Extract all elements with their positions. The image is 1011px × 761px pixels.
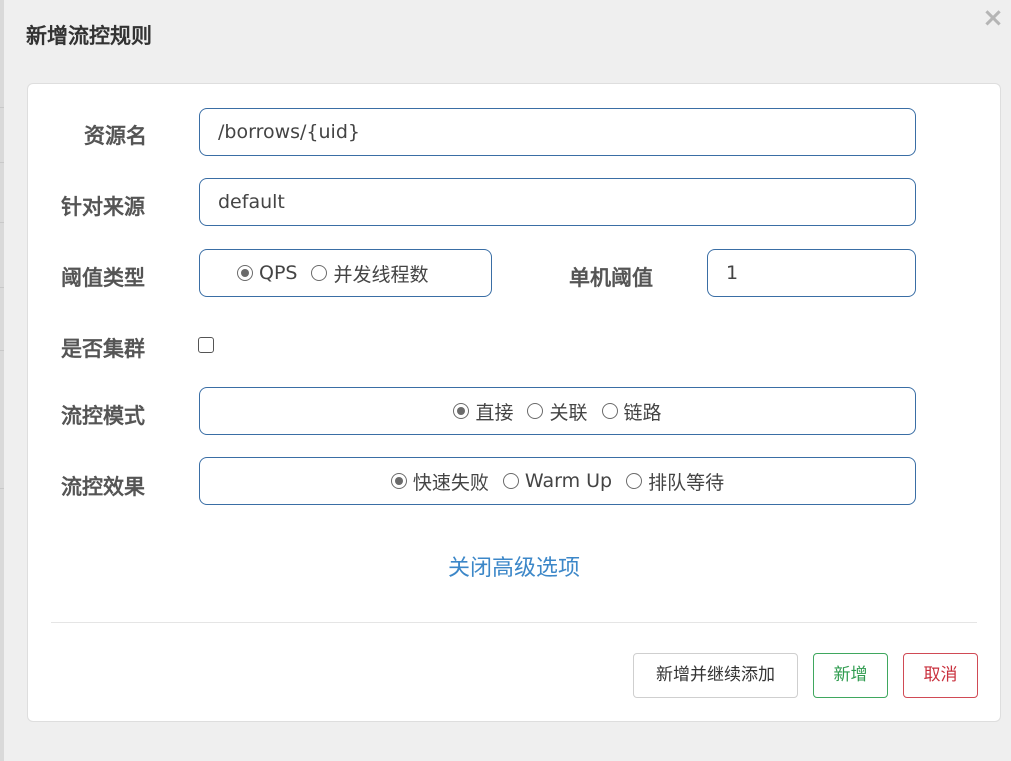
radio-label: 链路	[623, 401, 662, 424]
single-threshold-input[interactable]	[708, 250, 915, 296]
radio-unchecked-icon	[311, 265, 328, 281]
radio-checked-icon	[453, 403, 470, 419]
flow-mode-label: 流控模式	[61, 404, 145, 428]
resource-label: 资源名	[84, 124, 147, 148]
dialog-title: 新增流控规则	[26, 24, 152, 48]
radio-checked-icon	[390, 473, 407, 489]
single-threshold-field	[707, 249, 916, 297]
radio-label: 排队等待	[648, 471, 725, 494]
source-label: 针对来源	[61, 195, 145, 219]
flow-mode-chain-radio[interactable]: 链路	[601, 398, 662, 425]
radio-label: QPS	[259, 262, 298, 284]
radio-unchecked-icon	[601, 403, 618, 419]
flow-mode-direct-radio[interactable]: 直接	[453, 398, 513, 425]
flow-effect-queue-radio[interactable]: 排队等待	[626, 468, 724, 495]
add-and-continue-button[interactable]: 新增并继续添加	[633, 653, 798, 698]
threshold-type-group: QPS 并发线程数	[199, 249, 492, 297]
flow-mode-group: 直接 关联 链路	[199, 387, 916, 435]
radio-label: 直接	[475, 401, 514, 424]
radio-unchecked-icon	[527, 403, 544, 419]
advanced-options-toggle-link[interactable]: 关闭高级选项	[28, 550, 1000, 582]
footer-divider	[51, 622, 977, 623]
flow-effect-warm-up-radio[interactable]: Warm Up	[502, 470, 613, 492]
radio-label: 关联	[549, 401, 588, 424]
resource-field	[199, 108, 916, 156]
threshold-type-qps-radio[interactable]: QPS	[237, 262, 297, 284]
threshold-type-label: 阈值类型	[61, 266, 145, 290]
radio-label: 快速失败	[412, 471, 489, 494]
flow-effect-label: 流控效果	[61, 475, 145, 499]
flow-effect-fail-fast-radio[interactable]: 快速失败	[390, 468, 489, 495]
source-field	[199, 178, 916, 226]
resource-input[interactable]	[200, 109, 915, 155]
flow-effect-group: 快速失败 Warm Up 排队等待	[199, 457, 916, 505]
add-button[interactable]: 新增	[813, 653, 888, 698]
radio-checked-icon	[237, 265, 253, 281]
add-flow-rule-dialog: 新增流控规则 × 资源名 针对来源 阈值类型 QPS 并发线程数	[4, 0, 1011, 761]
single-threshold-label: 单机阈值	[569, 266, 653, 290]
cancel-button[interactable]: 取消	[903, 653, 978, 698]
cluster-label: 是否集群	[61, 337, 145, 361]
form-panel: 资源名 针对来源 阈值类型 QPS 并发线程数 单机阈值	[27, 83, 1001, 722]
radio-unchecked-icon	[626, 473, 643, 489]
radio-unchecked-icon	[502, 473, 519, 489]
radio-label: 并发线程数	[333, 263, 429, 286]
cluster-checkbox[interactable]	[198, 337, 214, 353]
close-icon[interactable]: ×	[979, 2, 1007, 34]
threshold-type-threads-radio[interactable]: 并发线程数	[311, 260, 429, 287]
flow-mode-associate-radio[interactable]: 关联	[527, 398, 588, 425]
radio-label: Warm Up	[524, 470, 613, 492]
source-input[interactable]	[200, 179, 915, 225]
